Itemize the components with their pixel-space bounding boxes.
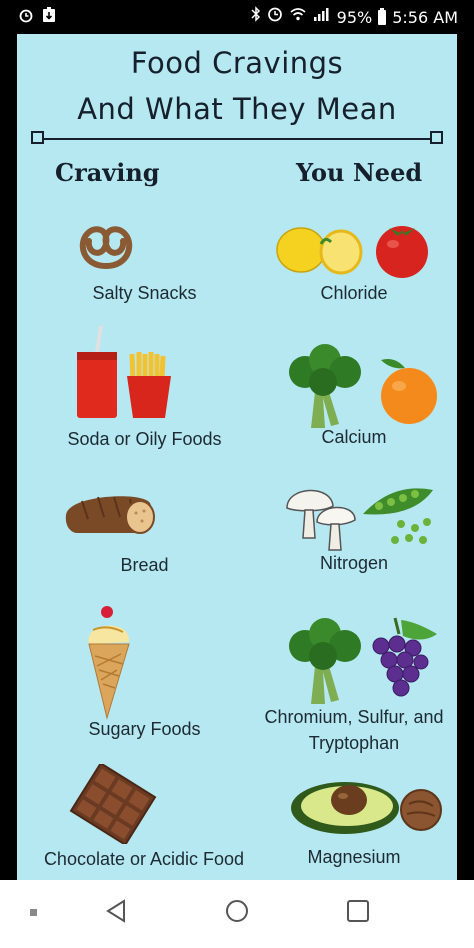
- status-bar: 95% 5:56 AM: [0, 0, 474, 34]
- bread-image: [65, 496, 155, 534]
- need-label-5: Magnesium: [307, 847, 401, 867]
- navigation-bar: [0, 880, 474, 948]
- status-time: 5:56 AM: [392, 7, 458, 27]
- ice-cream-cone-image: [88, 606, 130, 720]
- battery-icon: [378, 7, 387, 25]
- need-label-3: Nitrogen: [319, 553, 389, 573]
- broccoli-grapes-image: [289, 617, 437, 704]
- home-button[interactable]: [225, 898, 249, 924]
- back-button[interactable]: [104, 898, 128, 924]
- avocado-walnut-image: [291, 782, 442, 834]
- lemon-tomato-image: [276, 226, 428, 278]
- craving-label-4: Sugary Foods: [88, 719, 201, 739]
- broccoli-orange-image: [289, 344, 437, 428]
- chocolate-bar-image: [69, 764, 157, 844]
- mushrooms-peas-image: [286, 488, 433, 551]
- overview-button[interactable]: [346, 898, 370, 924]
- craving-column-heading: Craving: [55, 158, 160, 187]
- divider-end-left: [31, 131, 44, 144]
- recent-apps-dot[interactable]: [30, 909, 37, 916]
- pretzel-image: [79, 226, 133, 269]
- title-line-2: And What They Mean: [77, 92, 397, 126]
- divider-rule: [37, 138, 437, 140]
- wifi-icon: [289, 6, 307, 28]
- need-label-4: Chromium, Sulfur, and Tryptophan: [264, 707, 444, 753]
- battery-percent: 95%: [336, 7, 373, 27]
- clock-icon: [267, 6, 283, 28]
- need-column-heading: You Need: [296, 158, 423, 187]
- download-icon: [42, 7, 56, 29]
- bluetooth-icon: [251, 6, 261, 28]
- signal-icon: [313, 6, 331, 28]
- need-label-2: Calcium: [321, 427, 387, 447]
- title-line-1: Food Cravings: [130, 46, 344, 80]
- infographic-card: Food Cravings And What They Mean Craving…: [17, 34, 457, 880]
- divider-end-right: [430, 131, 443, 144]
- alarm-icon: [18, 7, 34, 29]
- need-label-1: Chloride: [320, 283, 388, 303]
- soda-fries-image: [77, 325, 171, 418]
